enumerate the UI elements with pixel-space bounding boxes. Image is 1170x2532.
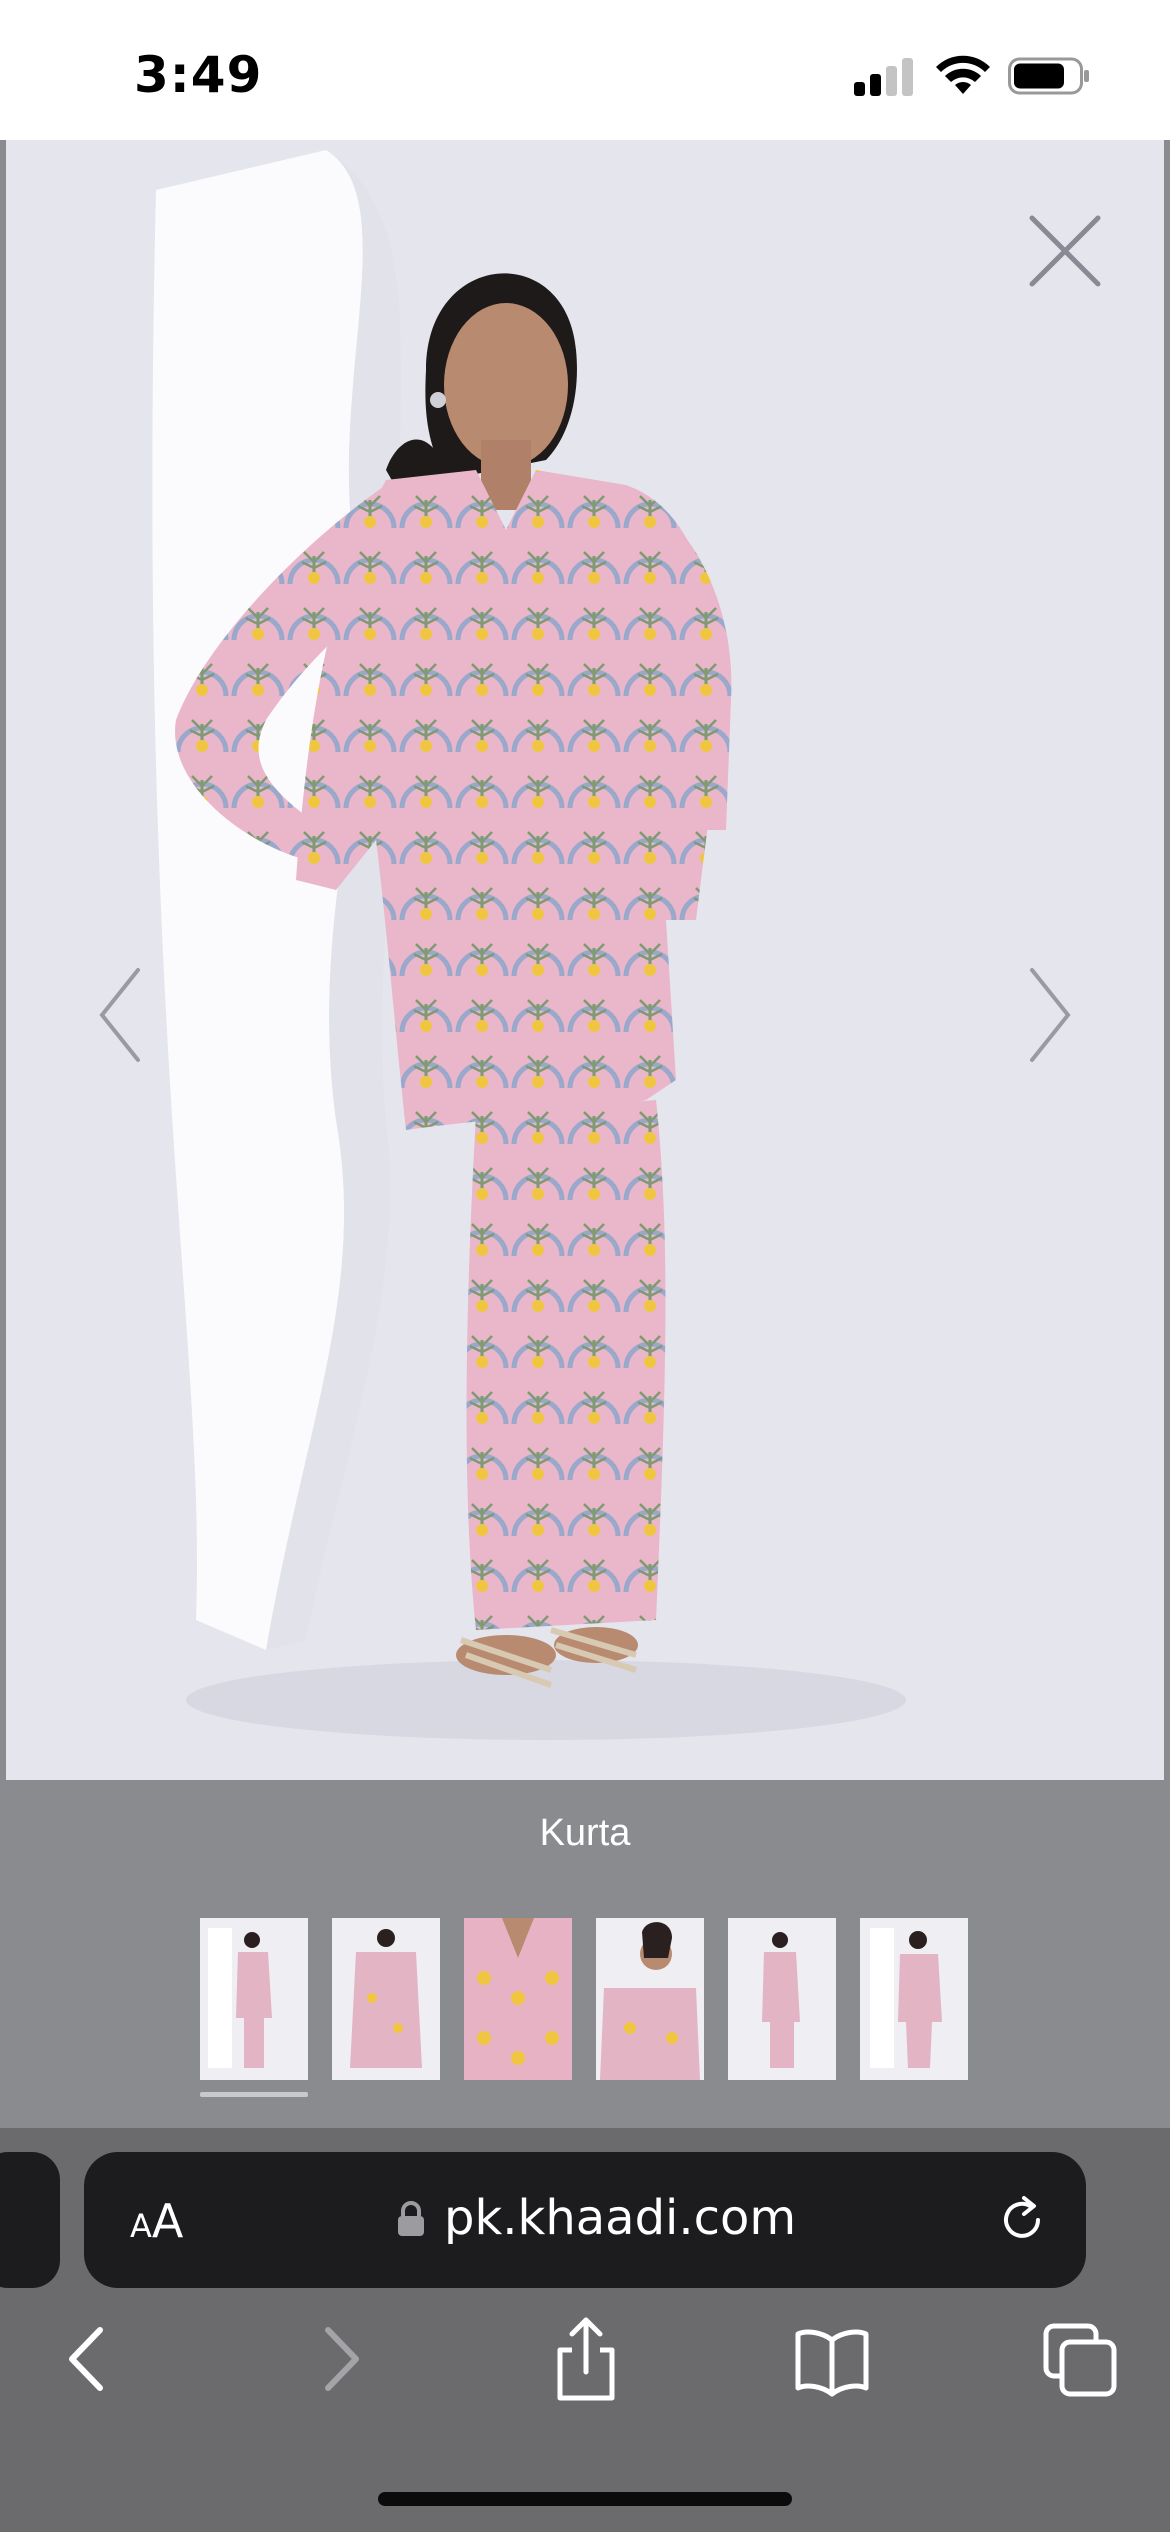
gallery-edge-right xyxy=(1164,140,1170,1780)
thumbnail-1[interactable] xyxy=(200,1918,308,2080)
browser-toolbar: AA pk.khaadi.com xyxy=(0,2128,1170,2532)
cellular-signal-icon xyxy=(854,56,916,96)
chevron-left-icon[interactable] xyxy=(90,960,150,1070)
battery-icon xyxy=(1008,57,1089,95)
status-bar: 3:49 xyxy=(0,0,1170,140)
bookmarks-icon[interactable] xyxy=(792,2314,872,2404)
chevron-right-icon[interactable] xyxy=(1020,960,1080,1070)
address-bar[interactable]: AA pk.khaadi.com xyxy=(84,2152,1086,2288)
thumbnail-2[interactable] xyxy=(332,1918,440,2080)
thumbnail-3[interactable] xyxy=(464,1918,572,2080)
home-indicator[interactable] xyxy=(378,2492,792,2506)
reload-icon[interactable] xyxy=(994,2192,1050,2248)
screen: 3:49 Kurta AA pk.khaadi.com xyxy=(0,0,1170,2532)
close-icon[interactable] xyxy=(1020,206,1110,296)
thumbnail-6[interactable] xyxy=(860,1918,968,2080)
forward-icon[interactable] xyxy=(300,2314,380,2404)
thumbnail-5[interactable] xyxy=(728,1918,836,2080)
product-image-viewer[interactable] xyxy=(6,140,1164,1780)
product-photo xyxy=(6,140,1164,1780)
thumbnail-strip xyxy=(200,1918,970,2088)
text-size-button[interactable]: AA xyxy=(130,2194,183,2248)
browser-nav-row xyxy=(0,2314,1170,2424)
lock-icon xyxy=(398,2201,424,2236)
image-caption: Kurta xyxy=(539,1812,631,1854)
status-time: 3:49 xyxy=(134,46,263,104)
share-icon[interactable] xyxy=(546,2314,626,2404)
tabs-icon[interactable] xyxy=(1040,2314,1120,2404)
thumbnail-4[interactable] xyxy=(596,1918,704,2080)
active-thumbnail-indicator xyxy=(200,2092,308,2097)
wifi-icon xyxy=(936,55,990,94)
url-text: pk.khaadi.com xyxy=(444,2190,797,2246)
back-icon[interactable] xyxy=(48,2314,128,2404)
previous-tab-peek[interactable] xyxy=(0,2152,60,2288)
